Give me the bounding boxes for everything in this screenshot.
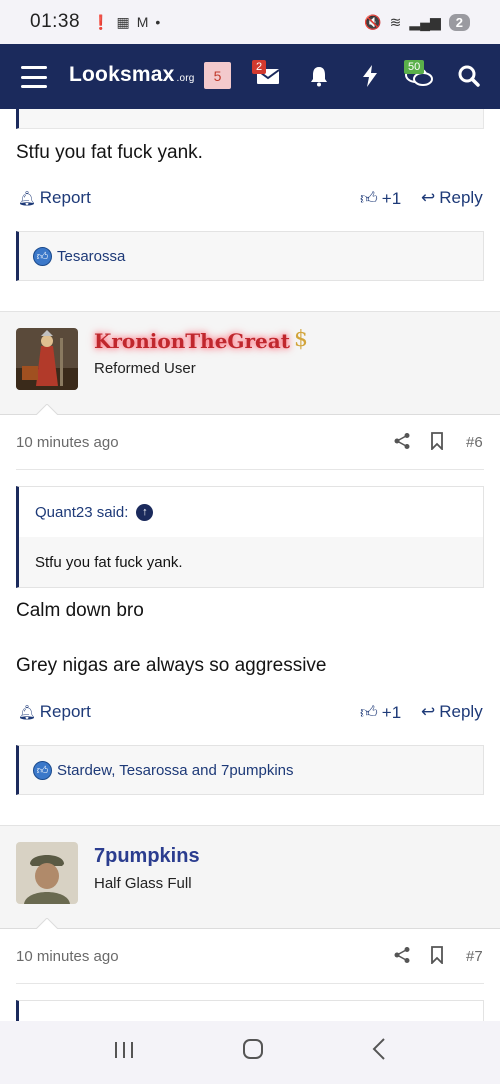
status-bar: 01:38 ❗ ▦ M • 🔇 ≋ ▂▄▆ 2: [0, 0, 500, 44]
alert-icon: ❗: [92, 13, 110, 30]
wifi-icon: ≋: [389, 13, 402, 30]
like-icon: 👍︎: [33, 246, 52, 266]
reply-arrow-icon: ↩: [421, 702, 436, 721]
unread-badge[interactable]: 5: [204, 62, 231, 89]
reaction-list[interactable]: 👍︎ Stardew, Tesarossa and 7pumpkins: [16, 745, 484, 795]
top-navbar: Looksmax .org 2 50: [0, 44, 500, 109]
quote-author[interactable]: Quant23 said:: [35, 504, 128, 521]
share-icon[interactable]: [393, 946, 411, 969]
user-title: Reformed User: [94, 360, 196, 377]
reply-button[interactable]: ↩ Reply: [421, 188, 483, 208]
arrow-up-icon[interactable]: ↑: [136, 503, 154, 521]
mail-icon: M: [136, 14, 149, 30]
like-button[interactable]: 👍︎ +1: [360, 702, 401, 723]
quote-tail: [16, 109, 484, 129]
arrow-notch: [35, 918, 59, 930]
post-body-line: Calm down bro: [16, 600, 144, 621]
post-number[interactable]: #7: [466, 948, 483, 965]
recent-apps-icon[interactable]: [113, 1039, 135, 1067]
system-nav-bar: [0, 1021, 500, 1084]
bell-icon: 🔔︎: [18, 703, 36, 720]
dot-icon: •: [155, 14, 161, 30]
bell-icon: 🔔︎: [18, 189, 36, 206]
hamburger-icon[interactable]: [21, 66, 47, 88]
chat-badge: 50: [404, 60, 425, 74]
messages-badge: 2: [252, 60, 267, 74]
post-body-line: Grey nigas are always so aggressive: [16, 655, 327, 676]
calendar-icon: ▦: [116, 13, 130, 30]
username[interactable]: 7pumpkins: [94, 845, 200, 868]
home-icon[interactable]: [241, 1037, 265, 1068]
post-number[interactable]: #6: [466, 434, 483, 451]
like-button[interactable]: 👍︎ +1: [360, 188, 401, 209]
reaction-list[interactable]: 👍︎ Tesarossa: [16, 231, 484, 281]
avatar[interactable]: [16, 328, 78, 390]
bookmark-icon[interactable]: [430, 432, 444, 455]
post-timestamp[interactable]: 10 minutes ago: [16, 434, 119, 451]
report-button[interactable]: 🔔︎ Report: [18, 188, 91, 208]
like-icon: 👍︎: [33, 760, 52, 780]
search-icon[interactable]: [455, 62, 483, 90]
dollar-icon: $: [294, 327, 308, 352]
quote-text: Stfu you fat fuck yank.: [19, 537, 483, 587]
arrow-notch: [35, 404, 59, 416]
quote-block: Quant23 said: ↑ Stfu you fat fuck yank.: [16, 486, 484, 588]
reply-button[interactable]: ↩ Reply: [421, 702, 483, 722]
report-button[interactable]: 🔔︎ Report: [18, 702, 91, 722]
bell-icon[interactable]: [305, 62, 333, 90]
battery-indicator: 2: [448, 13, 470, 31]
user-title: Half Glass Full: [94, 875, 192, 892]
post-body: Stfu you fat fuck yank.: [16, 142, 203, 163]
status-time: 01:38: [30, 11, 81, 32]
back-icon[interactable]: [371, 1037, 387, 1068]
share-icon[interactable]: [393, 432, 411, 455]
bookmark-icon[interactable]: [430, 946, 444, 969]
avatar[interactable]: [16, 842, 78, 904]
signal-icon: ▂▄▆: [409, 13, 441, 30]
thumbs-up-icon: 👍︎: [360, 189, 378, 208]
thumbs-up-icon: 👍︎: [360, 703, 378, 722]
reply-arrow-icon: ↩: [421, 188, 436, 207]
site-logo[interactable]: Looksmax .org: [69, 63, 195, 87]
mute-icon: 🔇: [364, 13, 382, 30]
username[interactable]: KronionTheGreat: [94, 329, 290, 353]
lightning-icon[interactable]: [358, 62, 382, 90]
post-timestamp[interactable]: 10 minutes ago: [16, 948, 119, 965]
